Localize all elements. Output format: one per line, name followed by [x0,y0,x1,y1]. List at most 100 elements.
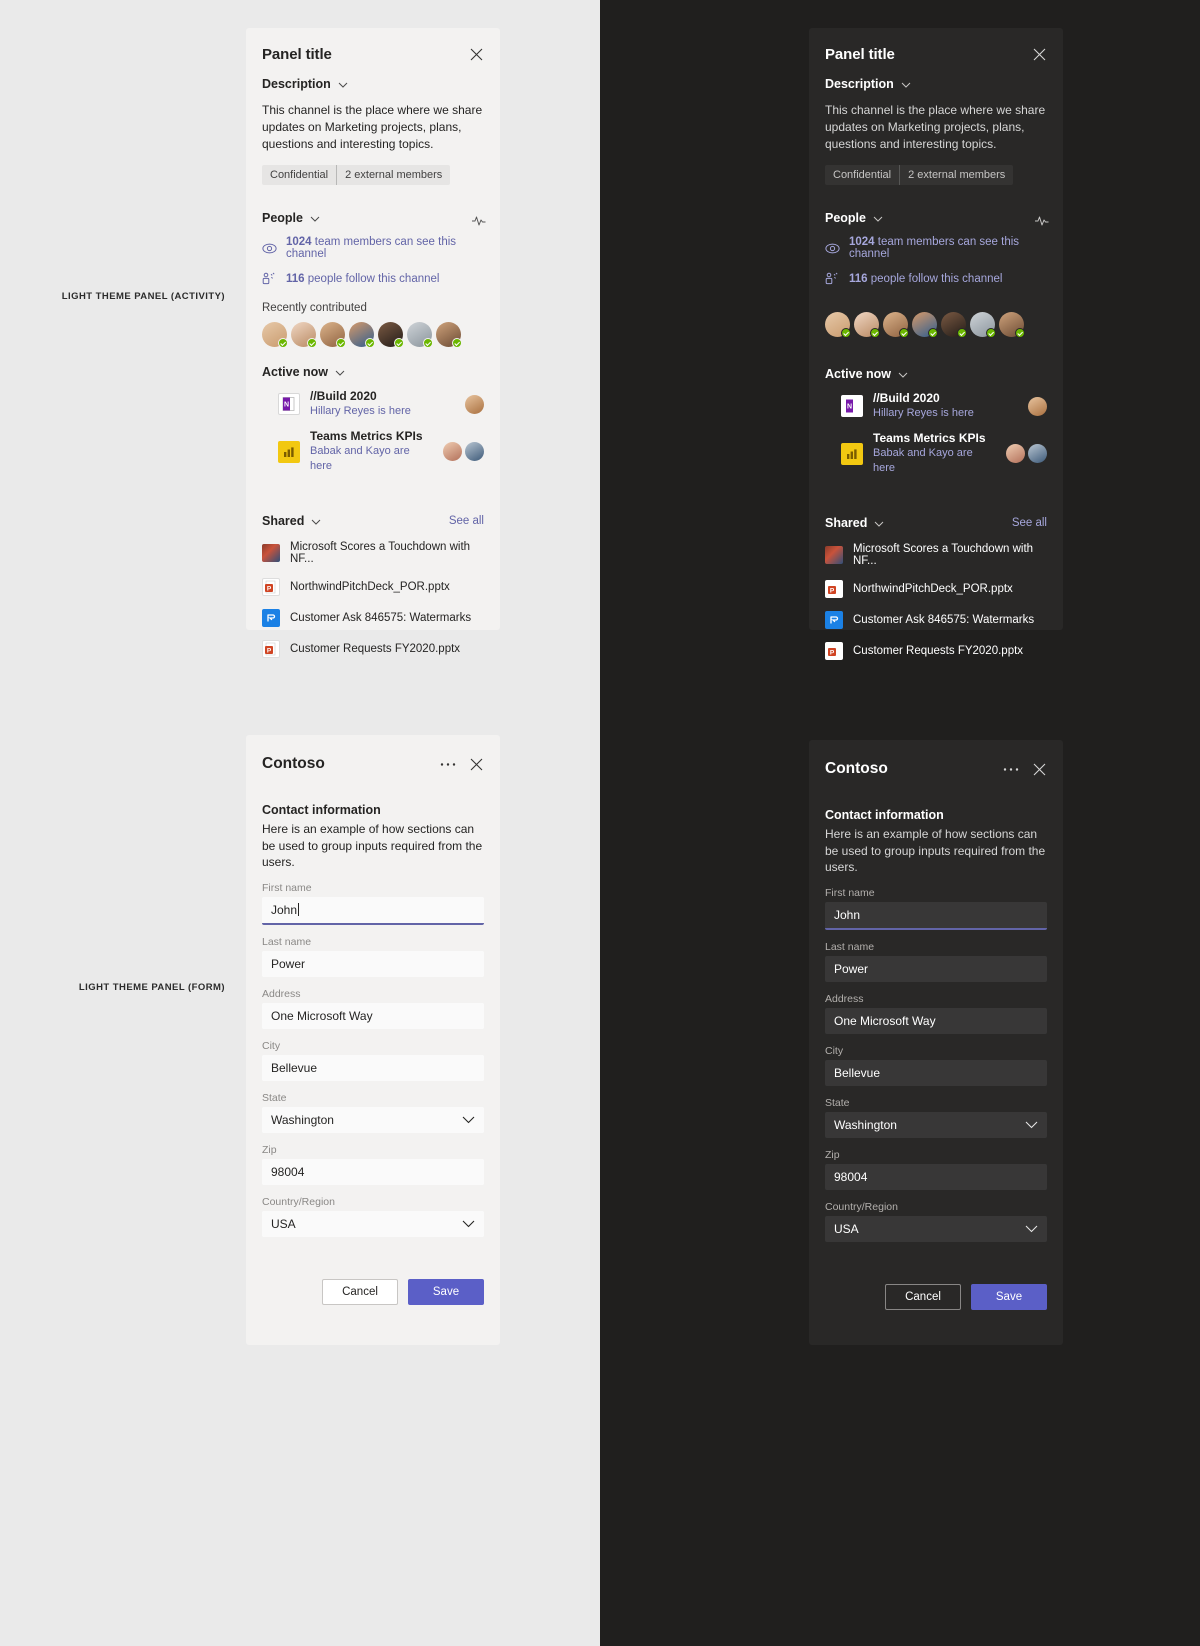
last-name-input[interactable]: Power [825,955,1047,982]
active-item-avatars [465,394,484,414]
active-item-subtitle: Hillary Reyes is here [310,405,411,417]
description-section-header[interactable]: Description [262,77,484,91]
country-region-select[interactable]: USA [262,1210,484,1237]
more-options-icon[interactable] [440,756,456,772]
save-button[interactable]: Save [408,1278,484,1305]
avatar[interactable] [999,312,1025,338]
field-country-region: Country/Region USA [825,1201,1047,1242]
avatar[interactable] [407,322,433,348]
address-input[interactable]: One Microsoft Way [825,1007,1047,1034]
field-label: State [262,1091,287,1104]
list-item[interactable]: Microsoft Scores a Touchdown with NF... [825,543,1047,567]
avatar[interactable] [912,312,938,338]
followers-stat-row[interactable]: 116 people follow this channel [262,271,484,286]
activity-pulse-icon[interactable] [1033,212,1049,228]
avatar[interactable] [1028,444,1047,463]
list-item[interactable]: P NorthwindPitchDeck_POR.pptx [262,578,484,596]
chevron-down-icon [311,514,321,528]
active-item-title: //Build 2020 [310,389,377,403]
avatar[interactable] [349,322,375,348]
see-all-link[interactable]: See all [449,515,484,527]
shared-section-header[interactable]: Shared [825,516,884,530]
avatar[interactable] [883,312,909,338]
people-label: People [262,211,303,225]
eye-icon [262,241,277,256]
close-icon[interactable] [1031,761,1047,777]
active-item[interactable]: Teams Metrics KPIs Babak and Kayo are he… [262,429,484,474]
list-item[interactable]: P Customer Requests FY2020.pptx [262,640,484,658]
avatar[interactable] [465,442,484,461]
last-name-input[interactable]: Power [262,950,484,977]
cancel-button[interactable]: Cancel [322,1278,398,1305]
avatar[interactable] [436,322,462,348]
zip-input[interactable]: 98004 [262,1158,484,1185]
more-options-icon[interactable] [1003,761,1019,777]
field-label: State [825,1096,850,1109]
people-section-header[interactable]: People [825,211,883,225]
header-actions [1003,761,1047,777]
section-description: Here is an example of how sections can b… [825,827,1046,874]
visibility-stat-row[interactable]: 1024 team members can see this channel [825,236,1047,260]
state-select[interactable]: Washington [825,1111,1047,1138]
presence-available-icon [986,328,996,338]
active-item[interactable]: N //Build 2020 Hillary Reyes is here [262,389,484,419]
avatar[interactable] [262,322,288,348]
chevron-down-icon [462,1220,475,1228]
avatar[interactable] [291,322,317,348]
avatar[interactable] [941,312,967,338]
avatar[interactable] [443,442,462,461]
field-value: 98004 [834,1169,868,1184]
people-section-header[interactable]: People [262,211,320,225]
field-label: Last name [825,940,875,953]
close-icon[interactable] [468,47,484,63]
address-input[interactable]: One Microsoft Way [262,1002,484,1029]
presence-available-icon [928,328,938,338]
presence-available-icon [307,338,317,348]
city-input[interactable]: Bellevue [825,1059,1047,1086]
list-item[interactable]: P NorthwindPitchDeck_POR.pptx [825,580,1047,598]
field-label: Country/Region [825,1200,898,1213]
active-item[interactable]: Teams Metrics KPIs Babak and Kayo are he… [825,431,1047,476]
active-item-texts: //Build 2020 Hillary Reyes is here [873,391,1018,421]
list-item[interactable]: P Customer Requests FY2020.pptx [825,642,1047,660]
chevron-down-icon [462,1116,475,1124]
avatar[interactable] [825,312,851,338]
follow-people-icon [825,271,840,286]
list-item[interactable]: Customer Ask 846575: Watermarks [825,611,1047,629]
field-first-name: First name John [262,882,484,925]
avatar[interactable] [378,322,404,348]
avatar[interactable] [1028,396,1047,416]
avatar[interactable] [1006,444,1025,463]
field-label: Zip [825,1148,840,1161]
shared-section-header[interactable]: Shared [262,514,321,528]
state-select[interactable]: Washington [262,1106,484,1133]
activity-pulse-icon[interactable] [470,212,486,228]
avatar[interactable] [320,322,346,348]
close-icon[interactable] [1031,47,1047,63]
list-item[interactable]: Customer Ask 846575: Watermarks [262,609,484,627]
first-name-input[interactable]: John [825,901,1047,930]
followers-stat-row[interactable]: 116 people follow this channel [825,271,1047,286]
see-all-link[interactable]: See all [1012,517,1047,529]
visibility-stat-row[interactable]: 1024 team members can see this channel [262,236,484,260]
presence-available-icon [1015,328,1025,338]
avatar[interactable] [465,394,484,414]
save-button[interactable]: Save [971,1283,1047,1310]
avatar[interactable] [970,312,996,338]
country-region-select[interactable]: USA [825,1215,1047,1242]
list-item[interactable]: Microsoft Scores a Touchdown with NF... [262,541,484,565]
page-title: Panel title [262,46,332,63]
active-now-section-header[interactable]: Active now [262,365,484,379]
active-now-section-header[interactable]: Active now [825,367,1047,381]
first-name-input[interactable]: John [262,896,484,925]
cancel-button[interactable]: Cancel [885,1283,961,1310]
description-section-header[interactable]: Description [825,77,1047,91]
team-member-text: team members can see this channel [286,236,457,260]
zip-input[interactable]: 98004 [825,1163,1047,1190]
close-icon[interactable] [468,756,484,772]
follower-count: 116 [286,272,305,285]
activity-panel-light: Panel title Description This channel is … [246,28,500,658]
avatar[interactable] [854,312,880,338]
city-input[interactable]: Bellevue [262,1054,484,1081]
active-item[interactable]: N //Build 2020 Hillary Reyes is here [825,391,1047,421]
